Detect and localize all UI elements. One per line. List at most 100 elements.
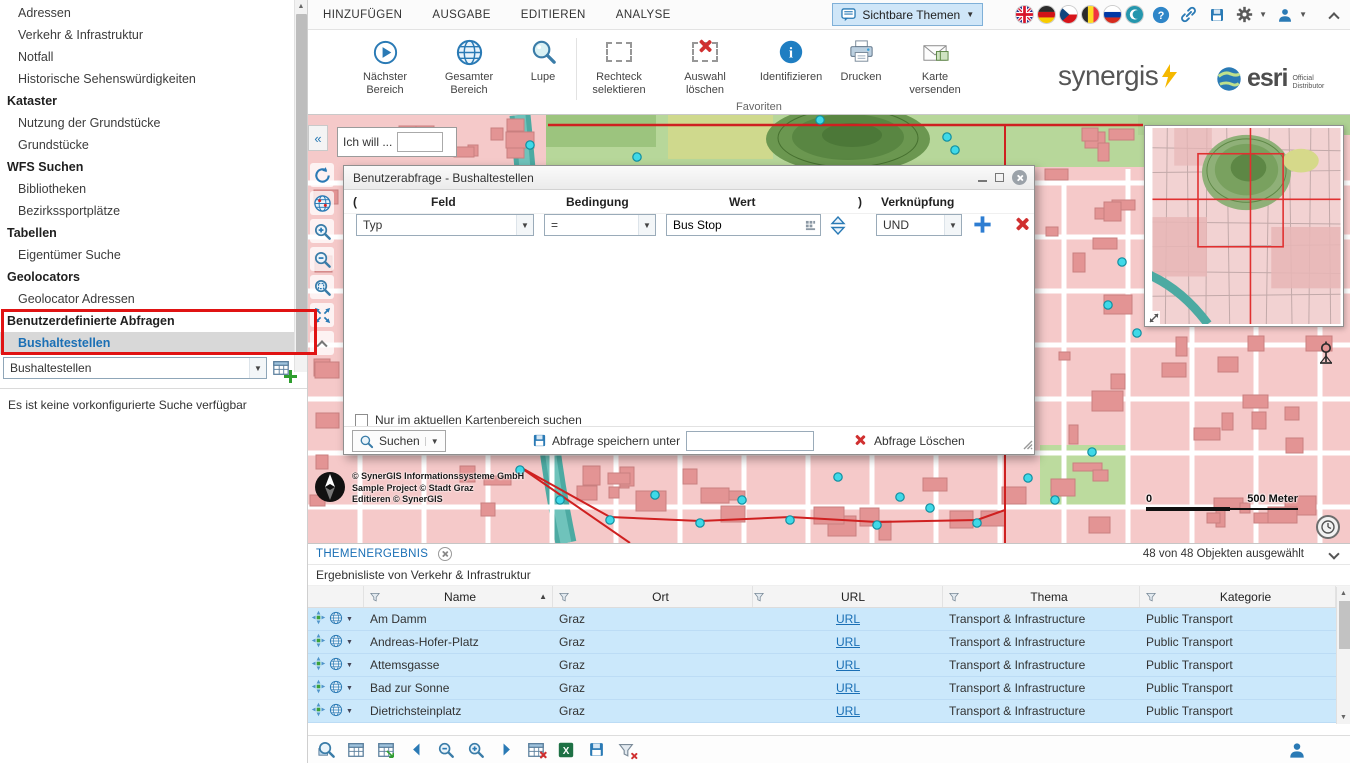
save-query-icon[interactable]	[532, 433, 547, 451]
next-record-icon[interactable]	[495, 739, 517, 761]
chevron-down-icon[interactable]: ▼	[1259, 10, 1267, 19]
feature-globe-icon[interactable]	[329, 634, 343, 651]
value-picker-icon[interactable]	[803, 216, 818, 234]
overview-map[interactable]	[1144, 125, 1344, 327]
column-header-kategorie[interactable]: Kategorie	[1161, 590, 1330, 604]
menu-tab[interactable]: ANALYSE	[601, 0, 686, 30]
feature-globe-icon[interactable]	[329, 703, 343, 720]
filter-icon[interactable]	[948, 591, 960, 603]
sidebar-item[interactable]: Benutzerdefinierte Abfragen	[0, 310, 307, 332]
sidebar-item[interactable]: Verkehr & Infrastruktur	[0, 24, 307, 46]
overview-expand-icon[interactable]	[1147, 311, 1160, 324]
sidebar-item[interactable]: Geolocators	[0, 266, 307, 288]
sidebar-item[interactable]: Kataster	[0, 90, 307, 112]
scroll-up-icon[interactable]: ▲	[1337, 587, 1350, 600]
column-header-ort[interactable]: Ort	[574, 590, 747, 604]
query-select[interactable]: Bushaltestellen ▼	[3, 357, 267, 379]
clock-icon[interactable]	[1316, 515, 1340, 539]
search-button[interactable]: Suchen ▼	[352, 430, 446, 452]
filter-icon[interactable]	[369, 591, 381, 603]
flag-czech-icon[interactable]	[1060, 6, 1077, 23]
sidebar-scrollbar[interactable]: ▲	[294, 0, 307, 372]
tab-themenergebnis[interactable]: THEMENERGEBNIS	[316, 548, 428, 560]
link-icon[interactable]	[1178, 4, 1199, 25]
zoom-out-records-icon[interactable]	[435, 739, 457, 761]
scroll-down-icon[interactable]: ▼	[1337, 711, 1350, 724]
survey-marker-icon[interactable]	[1316, 341, 1336, 368]
conjunction-dropdown[interactable]: UND▼	[876, 214, 962, 236]
menu-tab[interactable]: AUSGABE	[417, 0, 505, 30]
scrollbar-thumb[interactable]	[296, 14, 307, 354]
identify-button[interactable]: i Identifizieren	[756, 30, 826, 84]
sidebar-item[interactable]: Historische Sehenswürdigkeiten	[0, 68, 307, 90]
sidebar-item[interactable]: WFS Suchen	[0, 156, 307, 178]
collapse-sidebar-button[interactable]: «	[308, 125, 328, 151]
collapse-panel-icon[interactable]	[1330, 547, 1350, 561]
filter-icon[interactable]	[753, 591, 765, 603]
sidebar-item[interactable]: Adressen	[0, 2, 307, 24]
exchange-values-icon[interactable]	[830, 216, 846, 238]
remove-selection-icon[interactable]	[525, 739, 547, 761]
column-header-url[interactable]: URL	[769, 590, 937, 604]
table-scrollbar[interactable]: ▲ ▼	[1336, 587, 1350, 724]
close-icon[interactable]	[1012, 170, 1027, 185]
table-row[interactable]: ▼ Bad zur Sonne Graz URL Transport & Inf…	[308, 677, 1350, 700]
full-extent-button[interactable]: Gesamter Bereich	[434, 30, 504, 97]
sidebar-item[interactable]: Bezirkssportplätze	[0, 200, 307, 222]
rectangle-select-button[interactable]: Rechteck selektieren	[584, 30, 654, 97]
flag-germany-icon[interactable]	[1038, 6, 1055, 23]
next-extent-button[interactable]: Nächster Bereich	[350, 30, 420, 97]
sidebar-item[interactable]: Nutzung der Grundstücke	[0, 112, 307, 134]
chevron-down-icon[interactable]: ▼	[249, 358, 266, 378]
sidebar-item[interactable]: Grundstücke	[0, 134, 307, 156]
table-row[interactable]: ▼ Dietrichsteinplatz Graz URL Transport …	[308, 700, 1350, 723]
new-query-icon[interactable]	[272, 359, 290, 377]
flag-russia-icon[interactable]	[1104, 6, 1121, 23]
field-dropdown[interactable]: Typ▼	[356, 214, 534, 236]
url-link[interactable]: URL	[836, 635, 860, 649]
table-row[interactable]: ▼ Am Damm Graz URL Transport & Infrastru…	[308, 608, 1350, 631]
delete-condition-icon[interactable]	[1015, 217, 1030, 232]
row-menu-caret-icon[interactable]: ▼	[346, 616, 353, 623]
operator-dropdown[interactable]: =▼	[544, 214, 656, 236]
zoom-out-icon[interactable]	[310, 247, 334, 271]
settings-gear-icon[interactable]	[1234, 4, 1255, 25]
save-query-input[interactable]	[686, 431, 814, 451]
table-window-icon[interactable]	[375, 739, 397, 761]
help-icon[interactable]: ?	[1150, 4, 1171, 25]
filter-icon[interactable]	[1145, 591, 1157, 603]
column-header-thema[interactable]: Thema	[964, 590, 1134, 604]
feature-globe-icon[interactable]	[329, 680, 343, 697]
zoom-to-feature-icon[interactable]	[311, 656, 326, 674]
value-input[interactable]	[667, 218, 803, 232]
clear-selection-button[interactable]: Auswahl löschen	[670, 30, 740, 97]
table-row[interactable]: ▼ Andreas-Hofer-Platz Graz URL Transport…	[308, 631, 1350, 654]
url-link[interactable]: URL	[836, 612, 860, 626]
sidebar-item[interactable]: Tabellen	[0, 222, 307, 244]
sidebar-item[interactable]: Bushaltestellen	[0, 332, 307, 354]
row-menu-caret-icon[interactable]: ▼	[346, 662, 353, 669]
full-extent-arrows-icon[interactable]	[310, 303, 334, 327]
url-link[interactable]: URL	[836, 658, 860, 672]
minimize-icon[interactable]	[978, 173, 987, 182]
save-results-icon[interactable]	[585, 739, 607, 761]
ich-will-input[interactable]	[397, 132, 443, 152]
row-menu-caret-icon[interactable]: ▼	[346, 685, 353, 692]
magnifier-button[interactable]: Lupe	[508, 30, 578, 84]
menu-tab[interactable]: EDITIEREN	[506, 0, 601, 30]
column-header-name[interactable]: Name	[385, 590, 535, 604]
url-link[interactable]: URL	[836, 681, 860, 695]
table-row[interactable]: ▼ Attemsgasse Graz URL Transport & Infra…	[308, 654, 1350, 677]
visible-themes-button[interactable]: Sichtbare Themen ▼	[832, 3, 983, 26]
feature-globe-icon[interactable]	[329, 657, 343, 674]
add-condition-icon[interactable]	[974, 216, 990, 232]
previous-record-icon[interactable]	[405, 739, 427, 761]
overview-globe-icon[interactable]	[310, 191, 334, 215]
table-view-icon[interactable]	[345, 739, 367, 761]
zoom-to-feature-icon[interactable]	[311, 610, 326, 628]
refresh-icon[interactable]	[310, 163, 334, 187]
sidebar-item[interactable]: Geolocator Adressen	[0, 288, 307, 310]
url-link[interactable]: URL	[836, 704, 860, 718]
print-button[interactable]: Drucken	[826, 30, 896, 84]
send-map-button[interactable]: Karte versenden	[900, 30, 970, 97]
